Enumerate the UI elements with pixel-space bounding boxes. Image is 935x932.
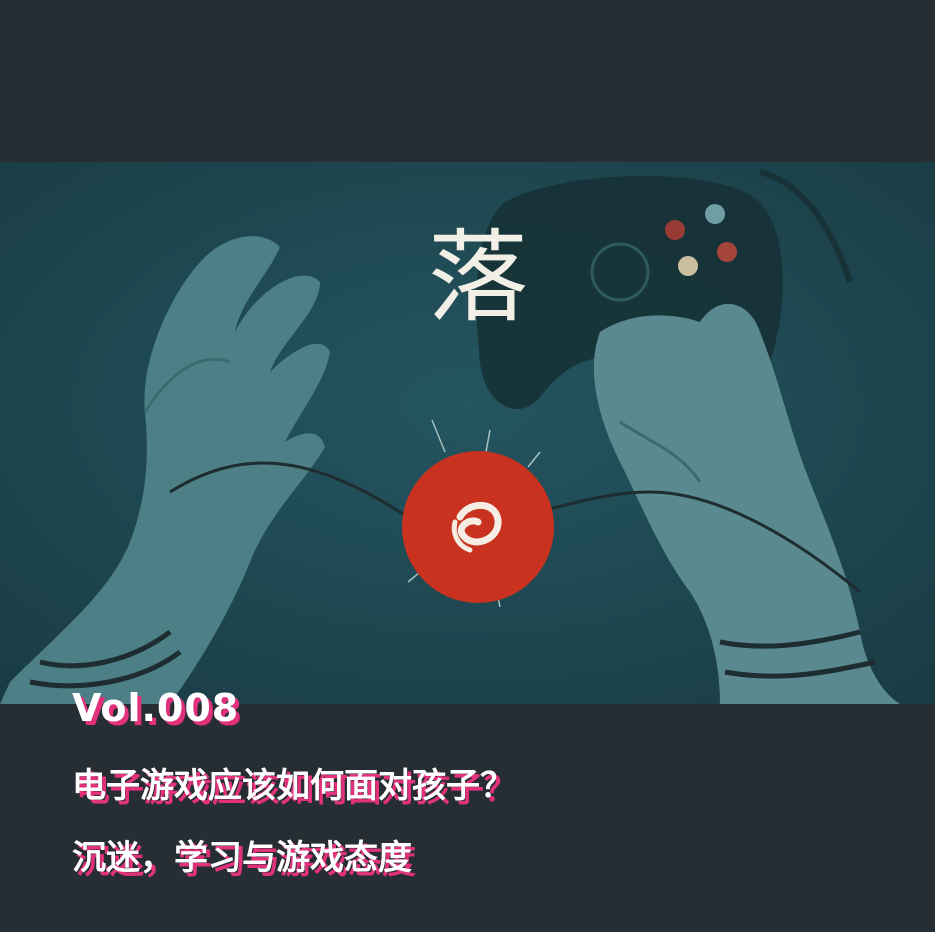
episode-headline: 电子游戏应该如何面对孩子？ [72, 766, 514, 806]
cover-illustration: 落 [0, 162, 935, 704]
episode-subheadline: 沉迷，学习与游戏态度 [72, 838, 412, 878]
podcast-cover: 落 Vol.008 电子游戏应该如何面对孩子？ 沉迷，学习与游戏态度 [0, 0, 935, 932]
luo-logo-icon [402, 451, 554, 603]
title-glyph: 落 [428, 219, 528, 336]
illustration-svg: 落 [0, 162, 935, 704]
volume-label: Vol.008 [72, 686, 240, 730]
